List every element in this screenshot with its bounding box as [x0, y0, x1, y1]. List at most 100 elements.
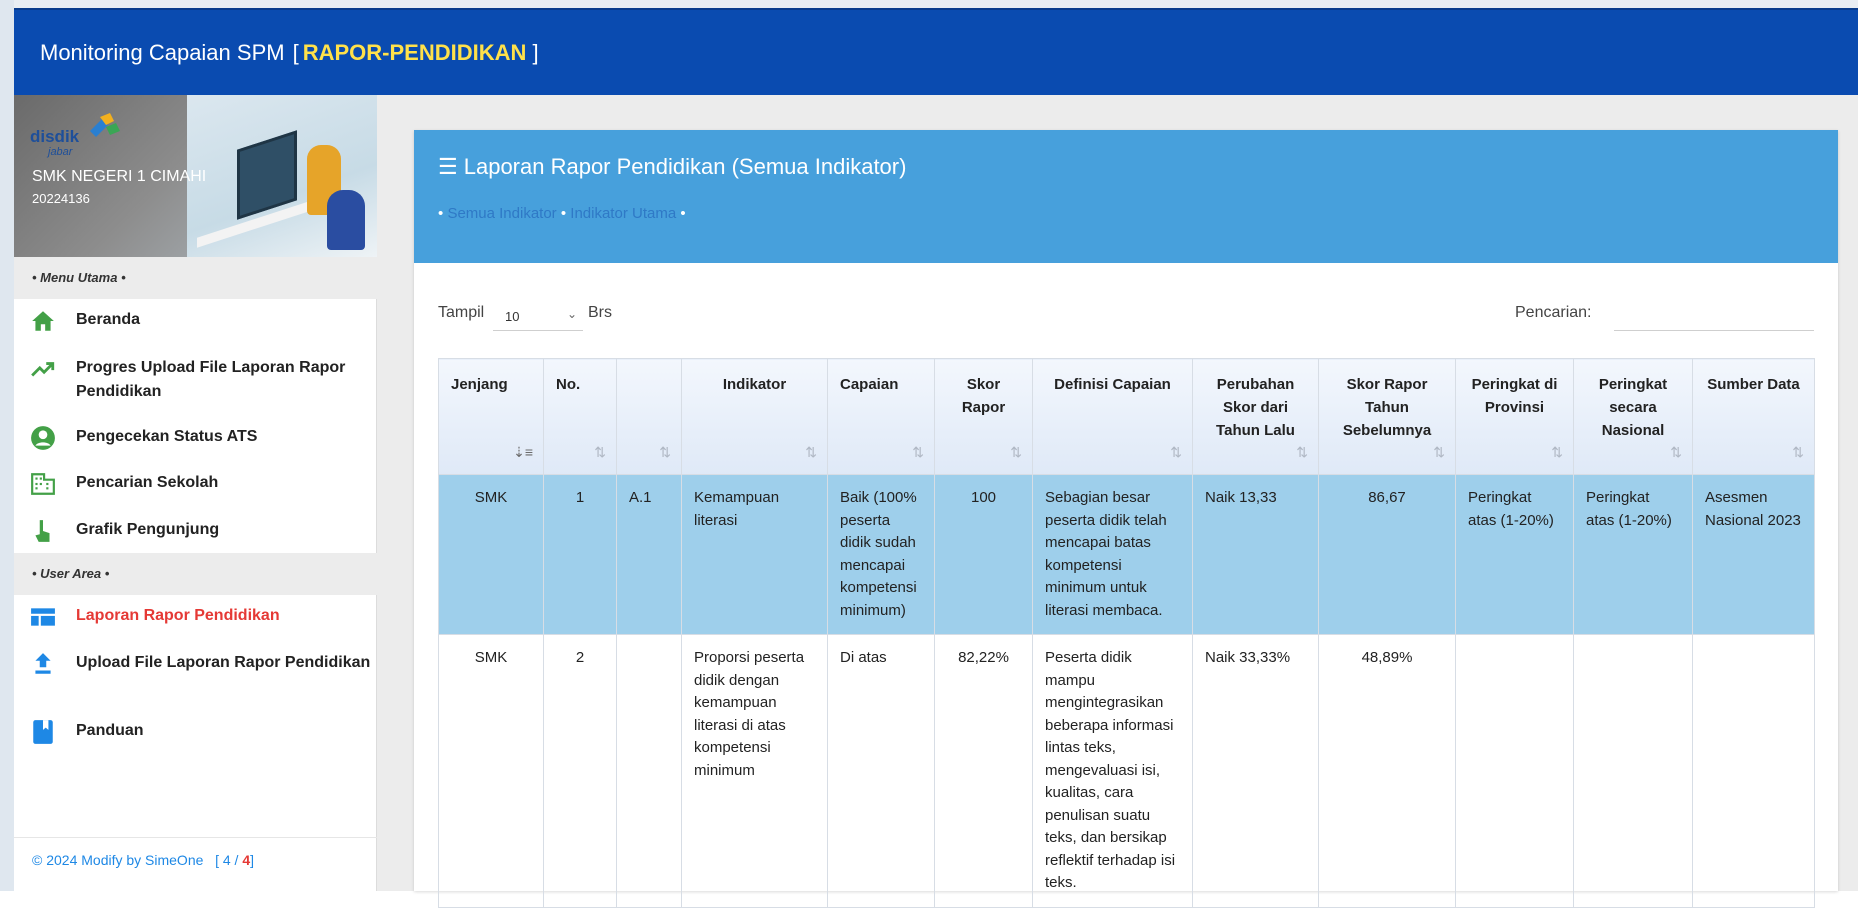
col-label: Peringkat di Provinsi: [1471, 376, 1558, 416]
cell-sumber-data: Asesmen Nasional 2023: [1692, 474, 1815, 635]
card-header: ☰ Laporan Rapor Pendidikan (Semua Indikat…: [414, 130, 1838, 263]
col-header-skor-rapor[interactable]: Skor Rapor ⇅: [934, 358, 1033, 475]
link-semua-indikator[interactable]: Semua Indikator: [447, 205, 556, 222]
footer-page-close: ]: [250, 852, 255, 868]
link-bullet: •: [680, 205, 686, 222]
sidebar-item-laporan-rapor[interactable]: Laporan Rapor Pendidikan: [14, 604, 377, 630]
sidebar-item-progres-upload[interactable]: Progres Upload File Laporan Rapor Pendid…: [14, 356, 377, 404]
col-label: Peringkat secara Nasional: [1598, 376, 1668, 439]
col-header-perubahan-skor[interactable]: Perubahan Skor dari Tahun Lalu ⇅: [1192, 358, 1319, 475]
sort-icon: ⇅: [659, 444, 671, 460]
title-bracket-open: [: [292, 40, 299, 65]
col-header-jenjang[interactable]: Jenjang ⇣≡: [438, 358, 544, 475]
footer-page-open: [ 4 /: [215, 852, 239, 868]
sidebar-item-panduan[interactable]: Panduan: [14, 719, 377, 745]
cell-indikator: Kemampuan literasi: [681, 474, 828, 635]
col-label: Capaian: [840, 376, 899, 393]
cell-no: 2: [543, 634, 617, 908]
home-icon: [32, 311, 54, 331]
sort-icon: ⇅: [1670, 444, 1682, 460]
cell-jenjang: SMK: [438, 634, 544, 908]
page-size-select[interactable]: 10 ⌄: [493, 297, 583, 331]
section-main-menu: • Menu Utama •: [14, 257, 377, 299]
sidebar-item-label: Laporan Rapor Pendidikan: [76, 607, 280, 624]
col-label: Skor Rapor Tahun Sebelumnya: [1342, 376, 1432, 439]
col-header-kode[interactable]: ⇅: [616, 358, 682, 475]
rows-label: Brs: [588, 304, 612, 321]
sort-icon: ⇅: [1170, 444, 1182, 460]
cell-skor-rapor: 82,22%: [934, 634, 1033, 908]
table-layout-icon: [31, 608, 55, 626]
col-label: Skor Rapor: [961, 376, 1006, 416]
report-table: Jenjang ⇣≡ No. ⇅ ⇅ Indikator ⇅ Capaian ⇅ Sko…: [438, 358, 1815, 908]
cell-skor-rapor: 100: [934, 474, 1033, 635]
col-header-indikator[interactable]: Indikator ⇅: [681, 358, 828, 475]
menu-icon: ☰: [438, 154, 458, 179]
cell-peringkat-provinsi: [1455, 634, 1574, 908]
show-label: Tampil: [438, 304, 485, 321]
building-icon: [31, 473, 55, 495]
account-circle-icon: [31, 426, 55, 450]
sort-icon: ⇅: [1551, 444, 1563, 460]
table-row[interactable]: SMK 2 Proporsi peserta didik dengan kema…: [438, 634, 1815, 908]
col-header-sumber-data[interactable]: Sumber Data ⇅: [1692, 358, 1815, 475]
logo-mark-icon: [90, 113, 120, 137]
search-label: Pencarian:: [1515, 304, 1592, 321]
search-input[interactable]: [1614, 297, 1814, 331]
sidebar-footer: © 2024 Modify by SimeOne [ 4 / 4]: [14, 837, 377, 891]
card-title-text: Laporan Rapor Pendidikan (Semua Indikato…: [463, 154, 907, 179]
table-row[interactable]: SMK 1 A.1 Kemampuan literasi Baik (100% …: [438, 474, 1815, 635]
sidebar-item-status-ats[interactable]: Pengecekan Status ATS: [14, 425, 377, 451]
col-header-definisi-capaian[interactable]: Definisi Capaian ⇅: [1032, 358, 1193, 475]
cell-peringkat-provinsi: Peringkat atas (1-20%): [1455, 474, 1574, 635]
sort-icon: ⇅: [805, 444, 817, 460]
table-controls: Tampil 10 ⌄ Brs Pencarian:: [438, 295, 1814, 335]
col-header-skor-sebelumnya[interactable]: Skor Rapor Tahun Sebelumnya ⇅: [1318, 358, 1456, 475]
cell-skor-sebelumnya: 48,89%: [1318, 634, 1456, 908]
banner-illustration: [187, 95, 377, 257]
sidebar-item-label: Panduan: [76, 722, 144, 739]
sort-icon: ⇅: [1296, 444, 1308, 460]
sidebar-item-label: Grafik Pengunjung: [76, 521, 220, 538]
col-header-capaian[interactable]: Capaian ⇅: [827, 358, 935, 475]
app-frame: Monitoring Capaian SPM[RAPOR-PENDIDIKAN …: [0, 0, 1858, 908]
sort-icon: ⇅: [912, 444, 924, 460]
cell-kode: [616, 634, 682, 908]
link-bullet: •: [438, 205, 444, 222]
cell-jenjang: SMK: [438, 474, 544, 635]
cell-skor-sebelumnya: 86,67: [1318, 474, 1456, 635]
col-label: Definisi Capaian: [1054, 376, 1171, 393]
sidebar-item-label: Progres Upload File Laporan Rapor Pendid…: [76, 359, 346, 400]
touch-hand-icon: [35, 520, 50, 542]
sidebar-item-beranda[interactable]: Beranda: [14, 308, 377, 334]
upload-icon: [35, 653, 51, 674]
sort-icon: ⇅: [594, 444, 606, 460]
header-row: Jenjang ⇣≡ No. ⇅ ⇅ Indikator ⇅ Capaian ⇅ Sko…: [438, 358, 1815, 475]
footer-page-total: 4: [242, 852, 251, 868]
col-header-no[interactable]: No. ⇅: [543, 358, 617, 475]
app-title-text: Monitoring Capaian SPM: [40, 40, 285, 65]
cell-perubahan-skor: Naik 33,33%: [1192, 634, 1319, 908]
link-bullet: •: [560, 205, 567, 222]
trending-up-icon: [31, 362, 55, 377]
title-bracket-close: ]: [532, 40, 539, 65]
link-indikator-utama[interactable]: Indikator Utama: [570, 205, 676, 222]
section-user-area: • User Area •: [14, 553, 377, 595]
cell-peringkat-nasional: Peringkat atas (1-20%): [1573, 474, 1693, 635]
sidebar-item-grafik-pengunjung[interactable]: Grafik Pengunjung: [14, 518, 377, 544]
col-header-peringkat-provinsi[interactable]: Peringkat di Provinsi ⇅: [1455, 358, 1574, 475]
chevron-down-icon: ⌄: [566, 307, 577, 321]
cell-peringkat-nasional: [1573, 634, 1693, 908]
school-id: 20224136: [32, 191, 90, 206]
filter-links: • Semua Indikator • Indikator Utama •: [438, 205, 686, 222]
page-size-value: 10: [505, 309, 520, 324]
sidebar-item-upload-file[interactable]: Upload File Laporan Rapor Pendidikan: [14, 651, 377, 677]
col-header-peringkat-nasional[interactable]: Peringkat secara Nasional ⇅: [1573, 358, 1693, 475]
cell-kode: A.1: [616, 474, 682, 635]
window-edge: [0, 0, 14, 891]
profile-banner: disdik jabar SMK NEGERI 1 CIMAHI 2022413…: [14, 95, 377, 257]
sidebar-item-pencarian-sekolah[interactable]: Pencarian Sekolah: [14, 471, 377, 497]
cell-definisi-capaian: Peserta didik mampu mengintegrasikan beb…: [1032, 634, 1193, 908]
cell-perubahan-skor: Naik 13,33: [1192, 474, 1319, 635]
title-highlight: RAPOR-PENDIDIKAN: [302, 40, 527, 65]
